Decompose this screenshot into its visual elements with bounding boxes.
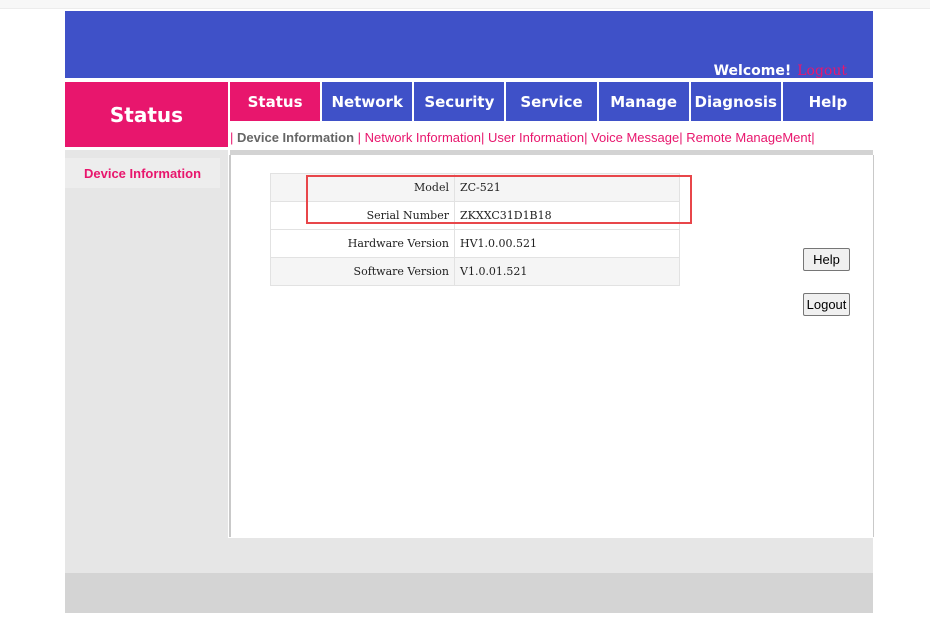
subtab-network-information[interactable]: Network Information [365, 130, 481, 145]
welcome-text: Welcome! [713, 63, 792, 79]
tab-status[interactable]: Status [230, 82, 321, 121]
table-row: Model ZC-521 [270, 173, 680, 202]
tab-service[interactable]: Service [506, 82, 597, 121]
model-value: ZC-521 [454, 173, 680, 202]
software-version-value: V1.0.01.521 [454, 257, 680, 286]
browser-top-strip [0, 0, 930, 9]
tab-network[interactable]: Network [322, 82, 413, 121]
subtab-remote-management[interactable]: Remote ManageMent [686, 130, 811, 145]
subtab-user-information[interactable]: User Information [488, 130, 584, 145]
sidebar [65, 150, 228, 538]
main-tabs: Status Network Security Service Manage D… [230, 82, 873, 121]
serial-number-label: Serial Number [270, 201, 455, 230]
sub-navigation: | Device Information | Network Informati… [230, 129, 815, 145]
section-title: Status [65, 82, 228, 147]
sidebar-item-device-information[interactable]: Device Information [65, 158, 220, 188]
hardware-version-value: HV1.0.00.521 [454, 229, 680, 258]
model-label: Model [270, 173, 455, 202]
table-row: Hardware Version HV1.0.00.521 [270, 229, 680, 258]
device-info-table: Model ZC-521 Serial Number ZKXXC31D1B18 … [270, 173, 680, 286]
help-button[interactable]: Help [803, 248, 850, 271]
footer-bar-dark [65, 573, 873, 613]
table-row: Software Version V1.0.01.521 [270, 257, 680, 286]
header-logout-link[interactable]: Logout [797, 63, 847, 79]
tab-help[interactable]: Help [782, 82, 873, 121]
footer-bar-light [65, 538, 873, 573]
serial-number-value: ZKXXC31D1B18 [454, 201, 680, 230]
subtab-voice-message[interactable]: Voice Message [591, 130, 679, 145]
header-banner: Welcome! Logout [65, 11, 873, 79]
table-row: Serial Number ZKXXC31D1B18 [270, 201, 680, 230]
software-version-label: Software Version [270, 257, 455, 286]
tab-manage[interactable]: Manage [598, 82, 689, 121]
tab-security[interactable]: Security [414, 82, 505, 121]
welcome-area: Welcome! Logout [714, 63, 847, 79]
logout-button[interactable]: Logout [803, 293, 850, 316]
subtab-device-information[interactable]: Device Information [237, 130, 354, 145]
tab-diagnosis[interactable]: Diagnosis [690, 82, 781, 121]
hardware-version-label: Hardware Version [270, 229, 455, 258]
